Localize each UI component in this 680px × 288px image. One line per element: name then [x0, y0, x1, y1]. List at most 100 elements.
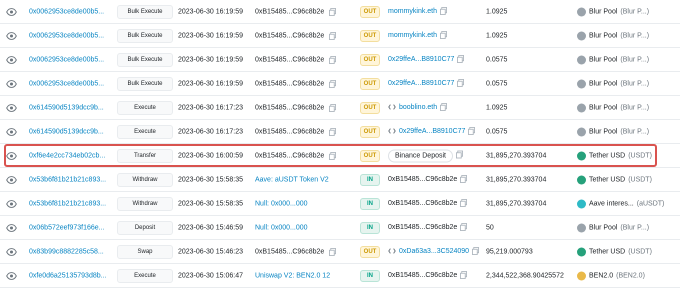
token-name[interactable]: Blur Pool — [589, 56, 617, 63]
to-address-link[interactable]: 0x29ffeA...B8910C77 — [388, 80, 454, 87]
from-address-link[interactable]: Uniswap V2: BEN2.0 12 — [255, 272, 330, 279]
token-cell[interactable]: Blur Pool (Blur P...) — [577, 7, 649, 16]
token-cell[interactable]: Aave interes... (aUSDT) — [577, 199, 664, 208]
direction-badge: IN — [360, 269, 380, 282]
copy-icon[interactable] — [329, 103, 336, 112]
view-eye-icon[interactable] — [6, 6, 17, 17]
view-eye-icon[interactable] — [6, 222, 17, 233]
to-address-link[interactable]: mommykink.eth — [388, 8, 437, 15]
to-address: 0xB15485...C96c8b2e — [388, 270, 468, 281]
token-amount: 31,895,270.393704 — [486, 200, 547, 207]
to-address-link[interactable]: booblino.eth — [399, 104, 437, 111]
view-eye-icon[interactable] — [6, 54, 17, 65]
token-symbol: (Blur P...) — [620, 104, 650, 111]
to-address: booblino.eth — [388, 102, 448, 113]
txn-hash-link[interactable]: 0x83b99c8882285c58... — [29, 248, 104, 255]
view-eye-icon[interactable] — [6, 126, 17, 137]
to-address-link[interactable]: 0x29ffeA...B8910C77 — [399, 128, 465, 135]
txn-hash-link[interactable]: 0x0062953ce8de00b5... — [29, 80, 104, 87]
txn-hash-link[interactable]: 0x53b6f81b21b21c893... — [29, 200, 106, 207]
table-row: 0x0062953ce8de00b5... Bulk Execute 2023-06… — [0, 72, 680, 96]
copy-icon[interactable] — [460, 174, 468, 185]
view-eye-icon[interactable] — [6, 102, 17, 113]
view-eye-icon[interactable] — [6, 270, 17, 281]
token-symbol: (BEN2.0) — [616, 272, 645, 279]
view-eye-icon[interactable] — [6, 246, 17, 257]
copy-icon[interactable] — [460, 222, 468, 233]
txn-hash-link[interactable]: 0x06b572eef973f166e... — [29, 224, 105, 231]
token-name[interactable]: BEN2.0 — [589, 272, 613, 279]
token-cell[interactable]: Blur Pool (Blur P...) — [577, 79, 649, 88]
token-cell[interactable]: Tether USD (USDT) — [577, 175, 652, 184]
copy-icon[interactable] — [457, 54, 465, 65]
token-amount: 50 — [486, 224, 494, 231]
token-name[interactable]: Blur Pool — [589, 32, 617, 39]
token-amount: 95,219.000793 — [486, 248, 533, 255]
copy-icon[interactable] — [329, 7, 336, 16]
copy-icon[interactable] — [329, 31, 336, 40]
copy-icon[interactable] — [440, 30, 448, 41]
token-cell[interactable]: Blur Pool (Blur P...) — [577, 127, 649, 136]
from-address: 0xB15485...C96c8b2e — [255, 32, 325, 39]
to-address: mommykink.eth — [388, 30, 448, 41]
copy-icon[interactable] — [329, 79, 336, 88]
to-address-link[interactable]: 0xDa63a3...3C524090 — [399, 248, 469, 255]
token-cell[interactable]: Blur Pool (Blur P...) — [577, 223, 649, 232]
direction-badge: OUT — [360, 101, 380, 114]
to-address-link[interactable]: mommykink.eth — [388, 32, 437, 39]
copy-icon[interactable] — [472, 246, 480, 257]
to-address: 0x29ffeA...B8910C77 — [388, 54, 465, 65]
from-address: 0xB15485...C96c8b2e — [255, 248, 325, 255]
from-address: 0xB15485...C96c8b2e — [255, 80, 325, 87]
method-badge: Bulk Execute — [117, 52, 173, 67]
token-cell[interactable]: Tether USD (USDT) — [577, 247, 652, 256]
txn-hash-link[interactable]: 0x614590d5139dcc9b... — [29, 128, 104, 135]
token-symbol: (Blur P...) — [620, 128, 650, 135]
copy-icon[interactable] — [329, 55, 336, 64]
from-address-link[interactable]: Null: 0x000...000 — [255, 224, 308, 231]
timestamp: 2023-06-30 15:58:35 — [178, 200, 243, 207]
txn-hash-link[interactable]: 0x0062953ce8de00b5... — [29, 32, 104, 39]
table-row: 0x0062953ce8de00b5... Bulk Execute 2023-06… — [0, 24, 680, 48]
to-address: 0xB15485...C96c8b2e — [388, 198, 468, 209]
txn-hash-link[interactable]: 0x614590d5139dcc9b... — [29, 104, 104, 111]
txn-hash-link[interactable]: 0x53b6f81b21b21c893... — [29, 176, 106, 183]
from-address-link[interactable]: Null: 0x000...000 — [255, 200, 308, 207]
token-name[interactable]: Blur Pool — [589, 104, 617, 111]
token-cell[interactable]: Blur Pool (Blur P...) — [577, 55, 649, 64]
timestamp: 2023-06-30 16:19:59 — [178, 32, 243, 39]
token-cell[interactable]: Blur Pool (Blur P...) — [577, 31, 649, 40]
view-eye-icon[interactable] — [6, 78, 17, 89]
token-name[interactable]: Blur Pool — [589, 80, 617, 87]
token-name[interactable]: Tether USD — [589, 176, 625, 183]
token-name[interactable]: Tether USD — [589, 248, 625, 255]
to-address-link[interactable]: 0x29ffeA...B8910C77 — [388, 56, 454, 63]
token-cell[interactable]: BEN2.0 (BEN2.0) — [577, 271, 645, 280]
copy-icon[interactable] — [440, 6, 448, 17]
view-eye-icon[interactable] — [6, 198, 17, 209]
copy-icon[interactable] — [440, 102, 448, 113]
from-address-link[interactable]: Aave: aUSDT Token V2 — [255, 176, 329, 183]
token-cell[interactable]: Blur Pool (Blur P...) — [577, 103, 649, 112]
contract-icon — [388, 247, 396, 257]
copy-icon[interactable] — [457, 78, 465, 89]
copy-icon[interactable] — [460, 270, 468, 281]
token-symbol: (Blur P...) — [620, 224, 650, 231]
token-name[interactable]: Blur Pool — [589, 224, 617, 231]
token-name[interactable]: Aave interes... — [589, 200, 634, 207]
copy-icon[interactable] — [468, 126, 476, 137]
txn-hash-link[interactable]: 0xfe0d6a25135793d8b... — [29, 272, 106, 279]
copy-icon[interactable] — [329, 127, 336, 136]
copy-icon[interactable] — [460, 198, 468, 209]
from-address: 0xB15485...C96c8b2e — [255, 128, 325, 135]
view-eye-icon[interactable] — [6, 174, 17, 185]
token-amount: 31,895,270.393704 — [486, 176, 547, 183]
token-name[interactable]: Blur Pool — [589, 128, 617, 135]
copy-icon[interactable] — [329, 247, 336, 256]
txn-hash-link[interactable]: 0x0062953ce8de00b5... — [29, 56, 104, 63]
highlight-box — [4, 144, 657, 167]
view-eye-icon[interactable] — [6, 30, 17, 41]
txn-hash-link[interactable]: 0x0062953ce8de00b5... — [29, 8, 104, 15]
token-name[interactable]: Blur Pool — [589, 8, 617, 15]
timestamp: 2023-06-30 15:46:59 — [178, 224, 243, 231]
